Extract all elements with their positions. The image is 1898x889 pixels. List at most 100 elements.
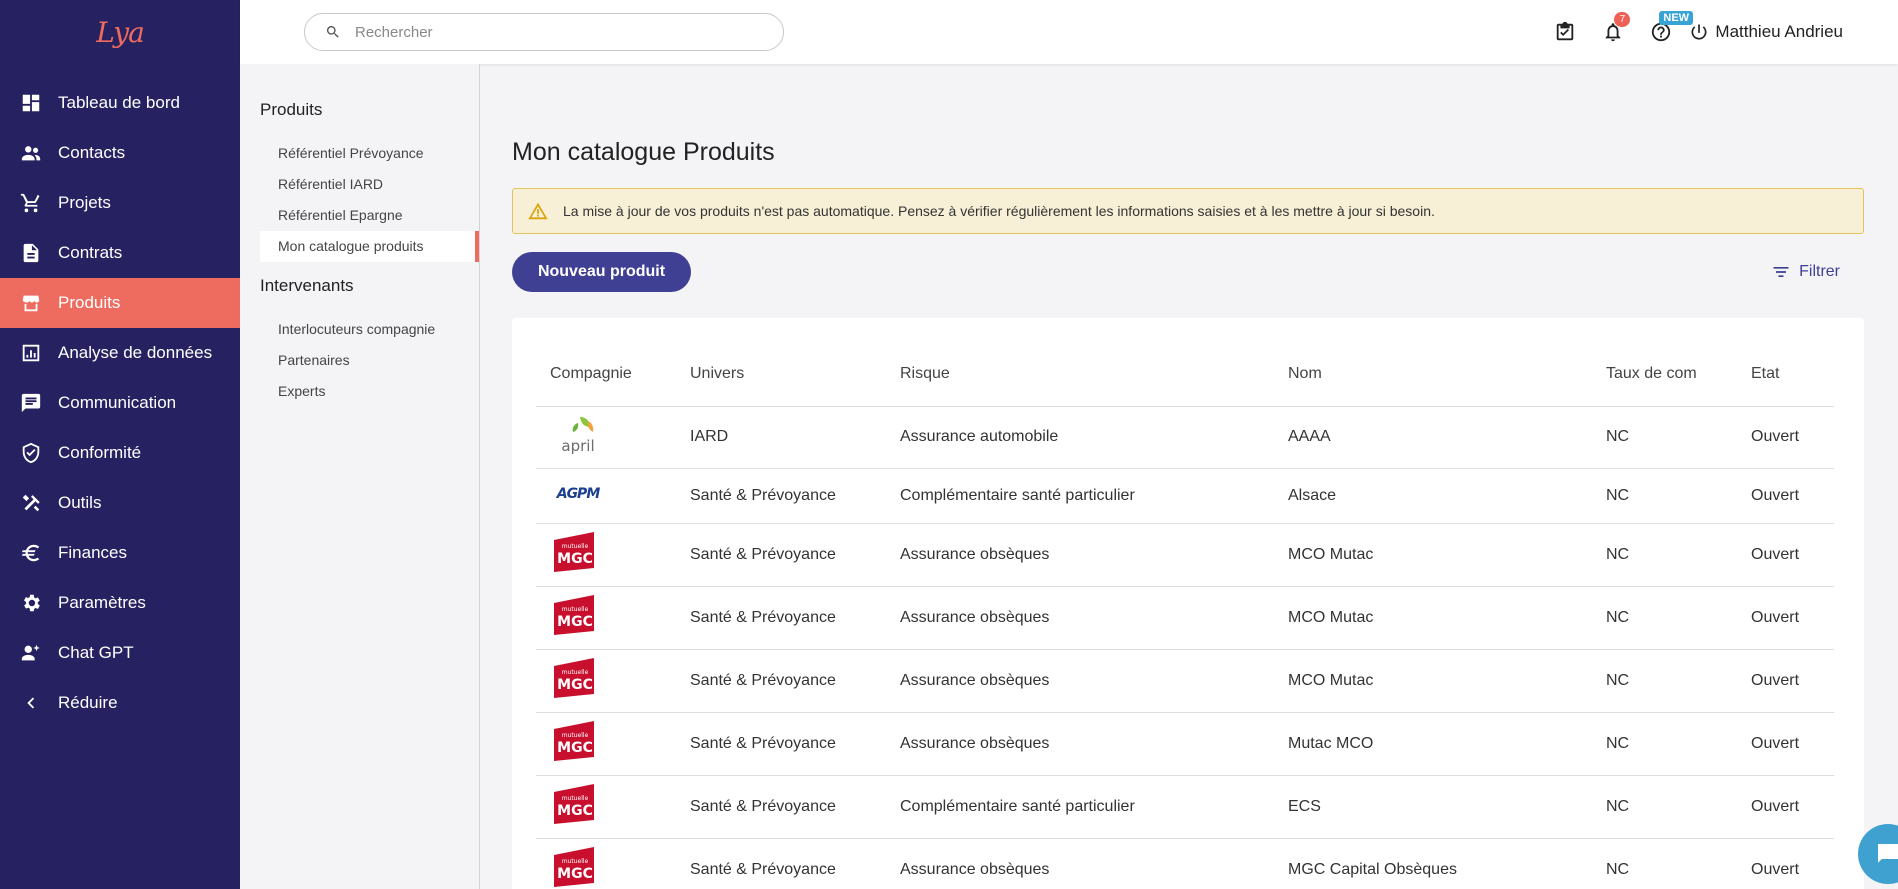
sidebar-item-projets[interactable]: Projets bbox=[0, 178, 240, 228]
table-row[interactable]: MGCmutuelleMGCSanté & PrévoyanceAssuranc… bbox=[536, 649, 1834, 713]
cell-univers: Santé & Prévoyance bbox=[676, 523, 886, 587]
sidebar-item-label: Analyse de données bbox=[58, 343, 213, 362]
subnav-section-intervenants: Intervenants bbox=[260, 276, 354, 295]
cell-risque: Assurance obsèques bbox=[886, 649, 1274, 713]
sidebar-item-communication[interactable]: Communication bbox=[0, 378, 240, 428]
subnav-item-referentiel-prevoyance[interactable]: Référentiel Prévoyance bbox=[260, 138, 478, 169]
cell-univers: Santé & Prévoyance bbox=[676, 838, 886, 889]
header-etat[interactable]: Etat bbox=[1737, 342, 1834, 407]
cell-nom: ECS bbox=[1274, 775, 1592, 839]
cell-nom: AAAA bbox=[1274, 406, 1592, 469]
company-logo-cell: MGCmutuelleMGC bbox=[536, 838, 676, 889]
company-logo-cell: MGCmutuelleMGC bbox=[536, 712, 676, 776]
sidebar-item-finances[interactable]: Finances bbox=[0, 528, 240, 578]
subnav-item-partenaires[interactable]: Partenaires bbox=[260, 345, 478, 376]
tools-icon bbox=[20, 492, 42, 514]
sidebar-item-parametres[interactable]: Paramètres bbox=[0, 578, 240, 628]
svg-text:MGC: MGC bbox=[557, 740, 593, 756]
cell-risque: Assurance obsèques bbox=[886, 712, 1274, 776]
sidebar-item-reduire[interactable]: Réduire bbox=[0, 678, 240, 728]
table-row[interactable]: MGCmutuelleMGCSanté & PrévoyanceAssuranc… bbox=[536, 523, 1834, 587]
cell-taux: NC bbox=[1592, 468, 1737, 524]
subnav-item-mon-catalogue-produits[interactable]: Mon catalogue produits bbox=[260, 231, 479, 262]
table-row[interactable]: MGCmutuelleMGCSanté & PrévoyanceAssuranc… bbox=[536, 712, 1834, 776]
cell-risque: Assurance obsèques bbox=[886, 838, 1274, 889]
cell-etat: Ouvert bbox=[1737, 468, 1834, 524]
page-title: Mon catalogue Produits bbox=[512, 138, 775, 166]
cell-taux: NC bbox=[1592, 712, 1737, 776]
subnav-item-experts[interactable]: Experts bbox=[260, 376, 478, 407]
cell-nom: MCO Mutac bbox=[1274, 586, 1592, 650]
euro-icon bbox=[20, 542, 42, 564]
header-nom[interactable]: Nom bbox=[1274, 342, 1592, 407]
subnav-item-interlocuteurs-compagnie[interactable]: Interlocuteurs compagnie bbox=[260, 314, 478, 345]
table-row[interactable]: MGCmutuelleMGCSanté & PrévoyanceAssuranc… bbox=[536, 838, 1834, 889]
people-icon bbox=[20, 142, 42, 164]
new-product-button[interactable]: Nouveau produit bbox=[512, 252, 691, 292]
user-menu[interactable]: Matthieu Andrieu bbox=[1689, 22, 1843, 42]
company-logo-cell: MGCmutuelleMGC bbox=[536, 649, 676, 713]
sidebar-item-label: Réduire bbox=[58, 693, 118, 712]
sidebar-item-label: Tableau de bord bbox=[58, 93, 180, 112]
cell-univers: IARD bbox=[676, 406, 886, 469]
svg-text:mutuelle: mutuelle bbox=[562, 543, 589, 550]
sidebar-item-label: Finances bbox=[58, 543, 127, 562]
table-row[interactable]: aprilaprilIARDAssurance automobileAAAANC… bbox=[536, 406, 1834, 469]
sidebar-item-chat-gpt[interactable]: Chat GPT bbox=[0, 628, 240, 678]
search-box[interactable] bbox=[304, 13, 784, 51]
header-univers[interactable]: Univers bbox=[676, 342, 886, 407]
filter-button[interactable]: Filtrer bbox=[1771, 262, 1840, 282]
new-badge: NEW bbox=[1659, 11, 1694, 25]
company-logo-cell: MGCmutuelleMGC bbox=[536, 586, 676, 650]
header-taux[interactable]: Taux de com bbox=[1592, 342, 1737, 407]
svg-text:MGC: MGC bbox=[557, 551, 593, 567]
app-logo[interactable]: Lya bbox=[0, 0, 240, 64]
sidebar-item-contrats[interactable]: Contrats bbox=[0, 228, 240, 278]
topbar: 7 NEW Matthieu Andrieu bbox=[240, 0, 1898, 64]
cell-nom: MCO Mutac bbox=[1274, 523, 1592, 587]
subnav-item-referentiel-iard[interactable]: Référentiel IARD bbox=[260, 169, 478, 200]
table-row[interactable]: MGCmutuelleMGCSanté & PrévoyanceCompléme… bbox=[536, 775, 1834, 839]
cell-etat: Ouvert bbox=[1737, 649, 1834, 713]
main-content: Mon catalogue Produits La mise à jour de… bbox=[512, 64, 1864, 889]
svg-text:MGC: MGC bbox=[557, 614, 593, 630]
chat-icon bbox=[1878, 844, 1898, 863]
user-name: Matthieu Andrieu bbox=[1715, 22, 1843, 41]
svg-text:MGC: MGC bbox=[557, 803, 593, 819]
table-row[interactable]: MGCmutuelleMGCSanté & PrévoyanceAssuranc… bbox=[536, 586, 1834, 650]
cell-risque: Assurance obsèques bbox=[886, 523, 1274, 587]
sidebar-item-label: Chat GPT bbox=[58, 643, 134, 662]
sidebar-item-tableau-de-bord[interactable]: Tableau de bord bbox=[0, 78, 240, 128]
sidebar-item-label: Conformité bbox=[58, 443, 142, 462]
svg-text:mutuelle: mutuelle bbox=[562, 732, 589, 739]
checklist-icon bbox=[1557, 21, 1574, 41]
search-input[interactable] bbox=[355, 23, 755, 41]
company-logo-cell: MGCmutuelleMGC bbox=[536, 523, 676, 587]
cell-nom: Alsace bbox=[1274, 468, 1592, 524]
cell-taux: NC bbox=[1592, 775, 1737, 839]
sidebar-item-contacts[interactable]: Contacts bbox=[0, 128, 240, 178]
table-row[interactable]: AGPMAGPMSanté & PrévoyanceComplémentaire… bbox=[536, 468, 1834, 524]
sidebar-item-conformite[interactable]: Conformité bbox=[0, 428, 240, 478]
sidebar-item-produits[interactable]: Produits bbox=[0, 278, 240, 328]
cell-taux: NC bbox=[1592, 523, 1737, 587]
cell-univers: Santé & Prévoyance bbox=[676, 775, 886, 839]
header-compagnie[interactable]: Compagnie bbox=[536, 342, 676, 407]
header-risque[interactable]: Risque bbox=[886, 342, 1274, 407]
cell-univers: Santé & Prévoyance bbox=[676, 712, 886, 776]
chat-support-button[interactable] bbox=[1858, 824, 1898, 884]
filter-icon bbox=[1773, 267, 1789, 277]
tasks-button[interactable] bbox=[1541, 0, 1589, 64]
company-logo-cell: AGPMAGPM bbox=[536, 468, 676, 524]
sidebar-item-analyse-de-donnees[interactable]: Analyse de données bbox=[0, 328, 240, 378]
help-button[interactable]: NEW bbox=[1637, 0, 1694, 64]
sidebar-item-outils[interactable]: Outils bbox=[0, 478, 240, 528]
subnav-item-referentiel-epargne[interactable]: Référentiel Epargne bbox=[260, 200, 478, 231]
svg-text:mutuelle: mutuelle bbox=[562, 669, 589, 676]
gear-icon bbox=[20, 592, 42, 614]
chevron-left-icon bbox=[20, 692, 42, 714]
cell-etat: Ouvert bbox=[1737, 586, 1834, 650]
power-icon bbox=[1691, 24, 1707, 40]
cell-risque: Complémentaire santé particulier bbox=[886, 468, 1274, 524]
notifications-button[interactable]: 7 bbox=[1589, 0, 1637, 64]
